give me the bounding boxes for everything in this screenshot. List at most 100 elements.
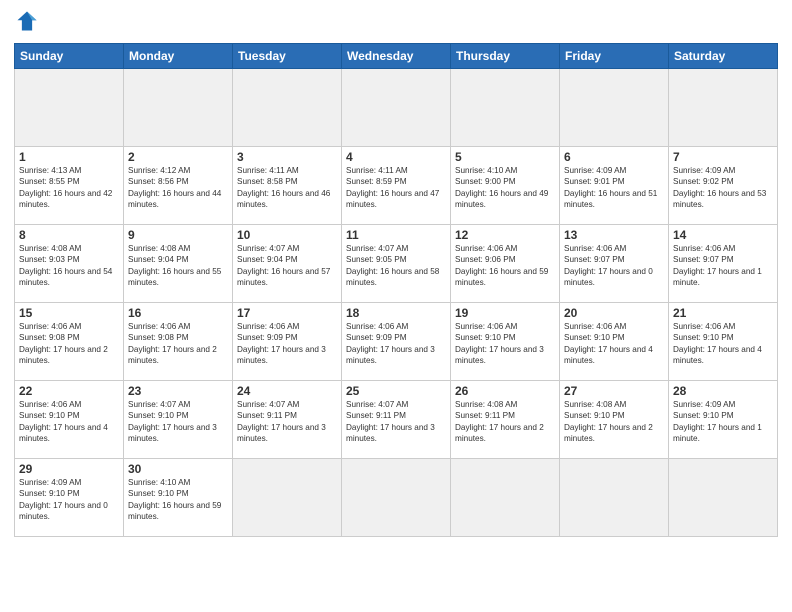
day-number: 5 bbox=[455, 150, 555, 164]
calendar-cell: 12Sunrise: 4:06 AMSunset: 9:06 PMDayligh… bbox=[451, 225, 560, 303]
calendar-cell bbox=[451, 459, 560, 537]
day-info: Sunrise: 4:08 AMSunset: 9:04 PMDaylight:… bbox=[128, 243, 228, 289]
day-number: 6 bbox=[564, 150, 664, 164]
day-header-friday: Friday bbox=[560, 44, 669, 69]
day-info: Sunrise: 4:09 AMSunset: 9:10 PMDaylight:… bbox=[673, 399, 773, 445]
day-header-saturday: Saturday bbox=[669, 44, 778, 69]
calendar-cell: 28Sunrise: 4:09 AMSunset: 9:10 PMDayligh… bbox=[669, 381, 778, 459]
day-number: 16 bbox=[128, 306, 228, 320]
header-row: SundayMondayTuesdayWednesdayThursdayFrid… bbox=[15, 44, 778, 69]
calendar-cell: 8Sunrise: 4:08 AMSunset: 9:03 PMDaylight… bbox=[15, 225, 124, 303]
calendar-cell bbox=[669, 69, 778, 147]
logo bbox=[14, 10, 38, 37]
day-number: 12 bbox=[455, 228, 555, 242]
day-number: 20 bbox=[564, 306, 664, 320]
day-info: Sunrise: 4:07 AMSunset: 9:10 PMDaylight:… bbox=[128, 399, 228, 445]
day-info: Sunrise: 4:07 AMSunset: 9:11 PMDaylight:… bbox=[346, 399, 446, 445]
calendar-cell: 5Sunrise: 4:10 AMSunset: 9:00 PMDaylight… bbox=[451, 147, 560, 225]
calendar-cell: 27Sunrise: 4:08 AMSunset: 9:10 PMDayligh… bbox=[560, 381, 669, 459]
calendar-cell: 18Sunrise: 4:06 AMSunset: 9:09 PMDayligh… bbox=[342, 303, 451, 381]
day-info: Sunrise: 4:08 AMSunset: 9:10 PMDaylight:… bbox=[564, 399, 664, 445]
calendar-cell bbox=[233, 69, 342, 147]
day-number: 19 bbox=[455, 306, 555, 320]
logo-icon bbox=[16, 10, 38, 32]
day-number: 29 bbox=[19, 462, 119, 476]
calendar-cell: 3Sunrise: 4:11 AMSunset: 8:58 PMDaylight… bbox=[233, 147, 342, 225]
calendar-cell: 4Sunrise: 4:11 AMSunset: 8:59 PMDaylight… bbox=[342, 147, 451, 225]
day-info: Sunrise: 4:07 AMSunset: 9:04 PMDaylight:… bbox=[237, 243, 337, 289]
calendar-cell: 19Sunrise: 4:06 AMSunset: 9:10 PMDayligh… bbox=[451, 303, 560, 381]
day-info: Sunrise: 4:06 AMSunset: 9:10 PMDaylight:… bbox=[564, 321, 664, 367]
day-info: Sunrise: 4:08 AMSunset: 9:11 PMDaylight:… bbox=[455, 399, 555, 445]
week-row-3: 15 Sunrise: 4:06 AMSunset: 9:08 PMDayligh… bbox=[15, 303, 778, 381]
day-header-thursday: Thursday bbox=[451, 44, 560, 69]
calendar-cell: 17Sunrise: 4:06 AMSunset: 9:09 PMDayligh… bbox=[233, 303, 342, 381]
day-info: Sunrise: 4:06 AMSunset: 9:10 PMDaylight:… bbox=[19, 399, 119, 445]
calendar-cell bbox=[342, 69, 451, 147]
day-info: Sunrise: 4:07 AMSunset: 9:05 PMDaylight:… bbox=[346, 243, 446, 289]
calendar-cell bbox=[560, 69, 669, 147]
day-number: 27 bbox=[564, 384, 664, 398]
day-info: Sunrise: 4:09 AMSunset: 9:02 PMDaylight:… bbox=[673, 165, 773, 211]
calendar-cell: 21Sunrise: 4:06 AMSunset: 9:10 PMDayligh… bbox=[669, 303, 778, 381]
day-info: Sunrise: 4:06 AMSunset: 9:08 PMDaylight:… bbox=[128, 321, 228, 367]
calendar-cell: 16Sunrise: 4:06 AMSunset: 9:08 PMDayligh… bbox=[124, 303, 233, 381]
week-row-4: 22Sunrise: 4:06 AMSunset: 9:10 PMDayligh… bbox=[15, 381, 778, 459]
day-number: 1 bbox=[19, 150, 119, 164]
day-info: Sunrise: 4:07 AMSunset: 9:11 PMDaylight:… bbox=[237, 399, 337, 445]
calendar-cell: 30Sunrise: 4:10 AMSunset: 9:10 PMDayligh… bbox=[124, 459, 233, 537]
day-info: Sunrise: 4:06 AMSunset: 9:09 PMDaylight:… bbox=[346, 321, 446, 367]
week-row-1: 1Sunrise: 4:13 AMSunset: 8:55 PMDaylight… bbox=[15, 147, 778, 225]
week-row-0 bbox=[15, 69, 778, 147]
day-info: Sunrise: 4:13 AMSunset: 8:55 PMDaylight:… bbox=[19, 165, 119, 211]
day-info: Sunrise: 4:06 AMSunset: 9:07 PMDaylight:… bbox=[564, 243, 664, 289]
calendar-cell: 9Sunrise: 4:08 AMSunset: 9:04 PMDaylight… bbox=[124, 225, 233, 303]
calendar-cell: 11Sunrise: 4:07 AMSunset: 9:05 PMDayligh… bbox=[342, 225, 451, 303]
calendar-cell: 24Sunrise: 4:07 AMSunset: 9:11 PMDayligh… bbox=[233, 381, 342, 459]
day-number: 14 bbox=[673, 228, 773, 242]
day-header-monday: Monday bbox=[124, 44, 233, 69]
calendar-cell bbox=[669, 459, 778, 537]
day-info: Sunrise: 4:06 AMSunset: 9:09 PMDaylight:… bbox=[237, 321, 337, 367]
day-header-sunday: Sunday bbox=[15, 44, 124, 69]
day-number: 26 bbox=[455, 384, 555, 398]
day-header-wednesday: Wednesday bbox=[342, 44, 451, 69]
calendar-cell bbox=[233, 459, 342, 537]
calendar-cell: 1Sunrise: 4:13 AMSunset: 8:55 PMDaylight… bbox=[15, 147, 124, 225]
calendar-cell: 23Sunrise: 4:07 AMSunset: 9:10 PMDayligh… bbox=[124, 381, 233, 459]
day-info: Sunrise: 4:11 AMSunset: 8:58 PMDaylight:… bbox=[237, 165, 337, 211]
calendar-cell: 2Sunrise: 4:12 AMSunset: 8:56 PMDaylight… bbox=[124, 147, 233, 225]
day-number: 21 bbox=[673, 306, 773, 320]
day-info: Sunrise: 4:09 AMSunset: 9:01 PMDaylight:… bbox=[564, 165, 664, 211]
day-info: Sunrise: 4:06 AMSunset: 9:10 PMDaylight:… bbox=[673, 321, 773, 367]
day-number: 7 bbox=[673, 150, 773, 164]
calendar-cell: 22Sunrise: 4:06 AMSunset: 9:10 PMDayligh… bbox=[15, 381, 124, 459]
day-number: 9 bbox=[128, 228, 228, 242]
calendar-cell bbox=[560, 459, 669, 537]
calendar-cell bbox=[451, 69, 560, 147]
day-info: Sunrise: 4:06 AMSunset: 9:07 PMDaylight:… bbox=[673, 243, 773, 289]
week-row-2: 8Sunrise: 4:08 AMSunset: 9:03 PMDaylight… bbox=[15, 225, 778, 303]
day-info: Sunrise: 4:06 AMSunset: 9:10 PMDaylight:… bbox=[455, 321, 555, 367]
calendar-cell: 29Sunrise: 4:09 AMSunset: 9:10 PMDayligh… bbox=[15, 459, 124, 537]
header bbox=[14, 10, 778, 37]
calendar-cell: 14Sunrise: 4:06 AMSunset: 9:07 PMDayligh… bbox=[669, 225, 778, 303]
day-info: Sunrise: 4:06 AMSunset: 9:06 PMDaylight:… bbox=[455, 243, 555, 289]
day-info: Sunrise: 4:10 AMSunset: 9:10 PMDaylight:… bbox=[128, 477, 228, 523]
day-number: 4 bbox=[346, 150, 446, 164]
day-number: 10 bbox=[237, 228, 337, 242]
calendar-cell: 7Sunrise: 4:09 AMSunset: 9:02 PMDaylight… bbox=[669, 147, 778, 225]
day-number: 2 bbox=[128, 150, 228, 164]
day-number: 15 bbox=[19, 306, 119, 320]
week-row-5: 29Sunrise: 4:09 AMSunset: 9:10 PMDayligh… bbox=[15, 459, 778, 537]
day-number: 17 bbox=[237, 306, 337, 320]
day-info: Sunrise: 4:08 AMSunset: 9:03 PMDaylight:… bbox=[19, 243, 119, 289]
calendar-cell: 25Sunrise: 4:07 AMSunset: 9:11 PMDayligh… bbox=[342, 381, 451, 459]
day-number: 28 bbox=[673, 384, 773, 398]
calendar-table: SundayMondayTuesdayWednesdayThursdayFrid… bbox=[14, 43, 778, 537]
day-info: Sunrise: 4:10 AMSunset: 9:00 PMDaylight:… bbox=[455, 165, 555, 211]
calendar-cell: 13Sunrise: 4:06 AMSunset: 9:07 PMDayligh… bbox=[560, 225, 669, 303]
calendar-cell bbox=[124, 69, 233, 147]
day-number: 8 bbox=[19, 228, 119, 242]
day-number: 23 bbox=[128, 384, 228, 398]
